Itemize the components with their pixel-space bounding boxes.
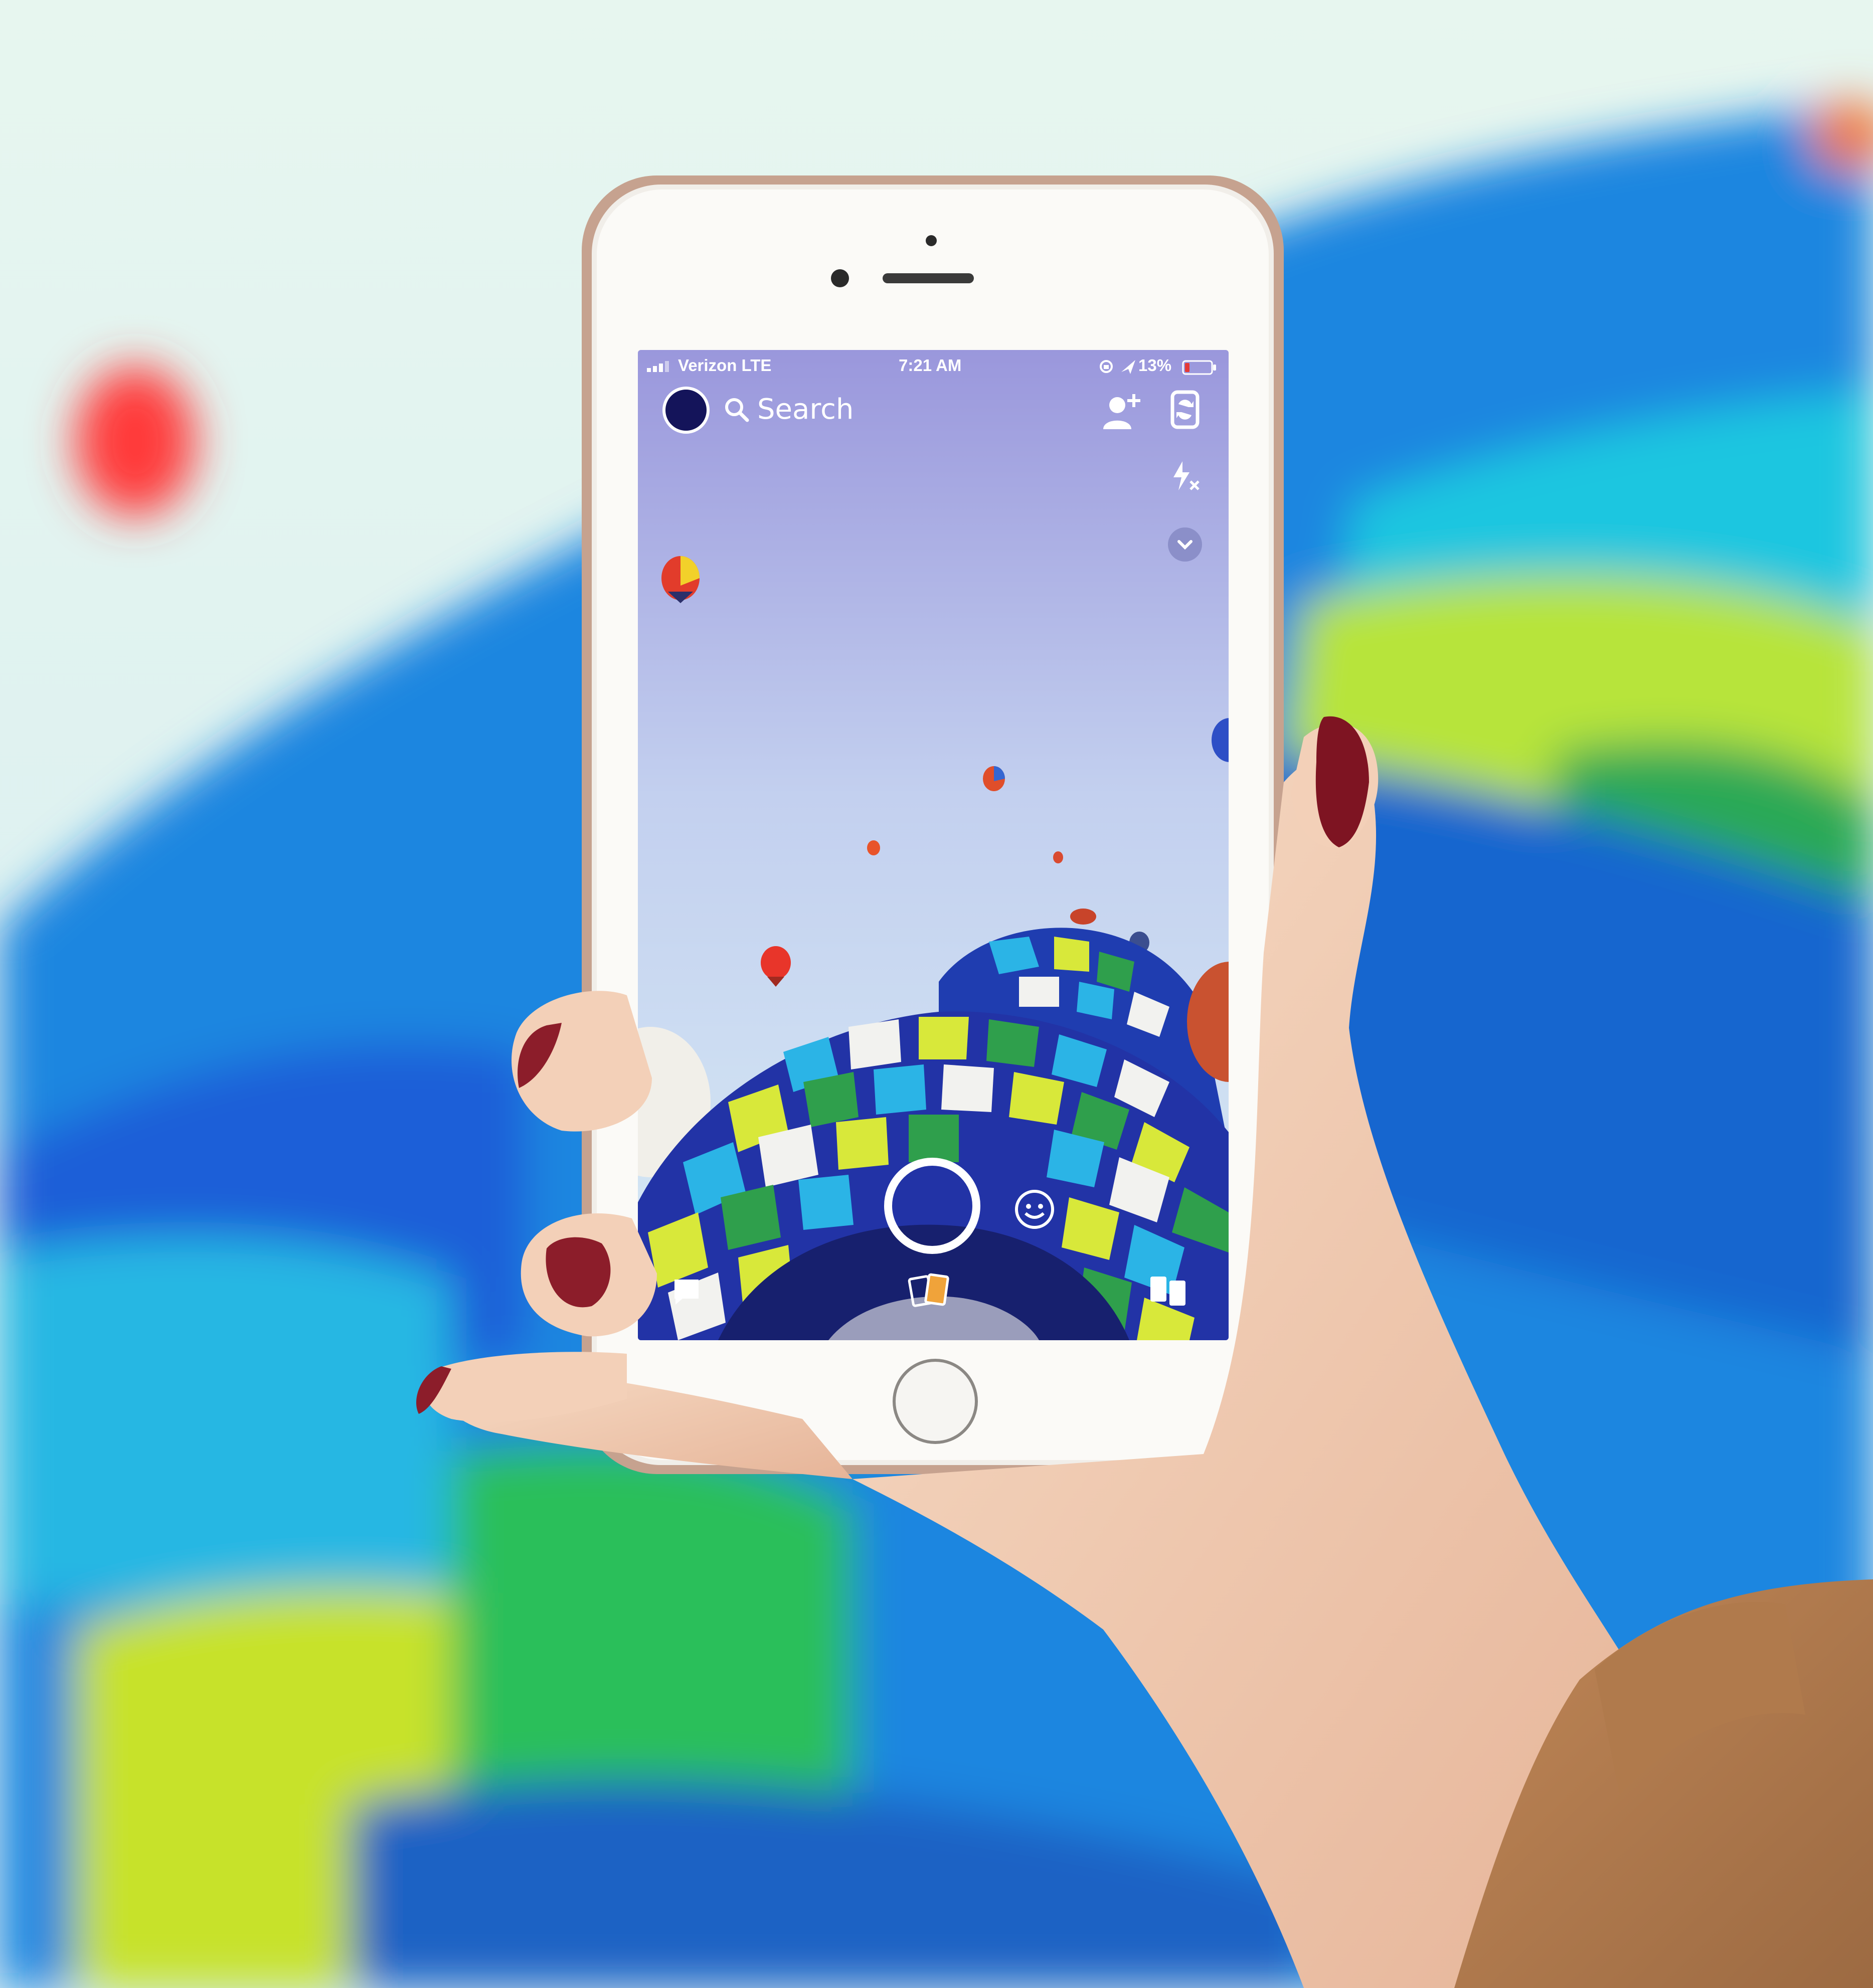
add-friend-icon[interactable] [1101, 390, 1143, 430]
clock-label: 7:21 AM [899, 356, 962, 375]
search-label: Search [757, 393, 854, 426]
battery-percent: 13% [1138, 356, 1172, 375]
battery-low-icon [1182, 360, 1216, 375]
carrier-label: Verizon LTE [678, 356, 772, 375]
search-bar[interactable]: Search [723, 393, 854, 426]
signal-bars-icon [647, 361, 669, 372]
location-arrow-icon [1121, 360, 1135, 374]
orientation-lock-icon [1100, 360, 1135, 374]
flip-camera-icon[interactable] [1168, 389, 1202, 430]
flash-off-icon[interactable] [1168, 459, 1202, 492]
hand-holding-phone [416, 716, 1873, 1988]
bitmoji-avatar-icon[interactable] [662, 386, 710, 434]
search-icon [725, 398, 749, 422]
chevron-down-icon[interactable] [1167, 526, 1203, 563]
